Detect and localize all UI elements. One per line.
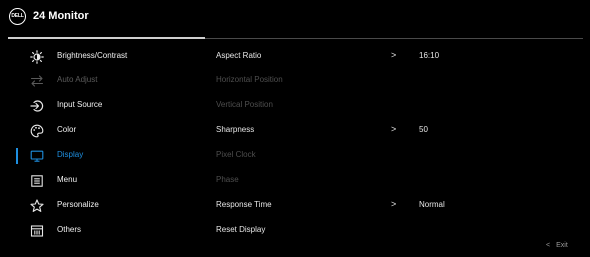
setting-label: Aspect Ratio bbox=[216, 51, 262, 60]
menu-item-label: Others bbox=[57, 225, 82, 234]
dell-logo: DELL bbox=[9, 8, 26, 25]
menu-item-display[interactable]: Display bbox=[0, 144, 205, 168]
setting-vertical-position[interactable]: Vertical Position bbox=[205, 94, 590, 118]
menu-item-label: Display bbox=[57, 150, 84, 159]
setting-phase[interactable]: Phase bbox=[205, 169, 590, 193]
setting-response-time[interactable]: Response Time > Normal bbox=[205, 194, 590, 218]
logo-text: DELL bbox=[11, 13, 24, 19]
menu-item-label: Input Source bbox=[57, 100, 103, 109]
color-icon bbox=[30, 124, 44, 138]
setting-label: Pixel Clock bbox=[216, 150, 256, 159]
setting-horizontal-position[interactable]: Horizontal Position bbox=[205, 69, 590, 93]
menu-item-label: Personalize bbox=[57, 200, 99, 209]
menu-icon bbox=[30, 174, 44, 188]
setting-label: Horizontal Position bbox=[216, 75, 283, 84]
display-icon bbox=[30, 149, 44, 163]
setting-sharpness[interactable]: Sharpness > 50 bbox=[205, 119, 590, 143]
setting-label: Response Time bbox=[216, 200, 272, 209]
setting-value: 16:10 bbox=[419, 51, 440, 60]
setting-pixel-clock[interactable]: Pixel Clock bbox=[205, 144, 590, 168]
others-icon bbox=[30, 224, 44, 238]
setting-label: Sharpness bbox=[216, 125, 255, 134]
menu-item-color[interactable]: Color bbox=[0, 119, 205, 143]
setting-label: Phase bbox=[216, 175, 239, 184]
menu-item-label: Menu bbox=[57, 175, 78, 184]
menu-item-brightness-contrast[interactable]: Brightness/Contrast bbox=[0, 45, 205, 69]
monitor-osd: DELL 24 Monitor Brightness/Contrast Auto… bbox=[0, 0, 590, 257]
setting-label: Vertical Position bbox=[216, 100, 273, 109]
brightness-icon bbox=[30, 50, 44, 64]
osd-header: DELL 24 Monitor bbox=[0, 0, 590, 33]
monitor-title: 24 Monitor bbox=[33, 10, 89, 22]
menu-item-others[interactable]: Others bbox=[0, 219, 205, 243]
exit-button[interactable]: < Exit bbox=[546, 242, 568, 249]
menu-item-label: Brightness/Contrast bbox=[57, 51, 128, 60]
header-divider-active bbox=[8, 37, 205, 39]
input-source-icon bbox=[30, 99, 44, 113]
chevron-left-icon: < bbox=[546, 242, 551, 249]
setting-value: 50 bbox=[419, 125, 428, 134]
setting-value: Normal bbox=[419, 200, 445, 209]
header-divider bbox=[205, 38, 583, 39]
menu-item-label: Color bbox=[57, 125, 77, 134]
chevron-right-icon: > bbox=[391, 199, 397, 209]
menu-item-auto-adjust[interactable]: Auto Adjust bbox=[0, 69, 205, 93]
menu-item-input-source[interactable]: Input Source bbox=[0, 94, 205, 118]
setting-aspect-ratio[interactable]: Aspect Ratio > 16:10 bbox=[205, 45, 590, 69]
exit-label: Exit bbox=[556, 242, 568, 249]
menu-item-menu[interactable]: Menu bbox=[0, 169, 205, 193]
selection-indicator bbox=[16, 148, 18, 164]
setting-label: Reset Display bbox=[216, 225, 266, 234]
setting-reset-display[interactable]: Reset Display bbox=[205, 219, 590, 243]
menu-item-label: Auto Adjust bbox=[57, 75, 98, 84]
auto-adjust-icon bbox=[30, 74, 44, 88]
star-icon bbox=[30, 199, 44, 213]
chevron-right-icon: > bbox=[391, 50, 397, 60]
chevron-right-icon: > bbox=[391, 124, 397, 134]
menu-item-personalize[interactable]: Personalize bbox=[0, 194, 205, 218]
